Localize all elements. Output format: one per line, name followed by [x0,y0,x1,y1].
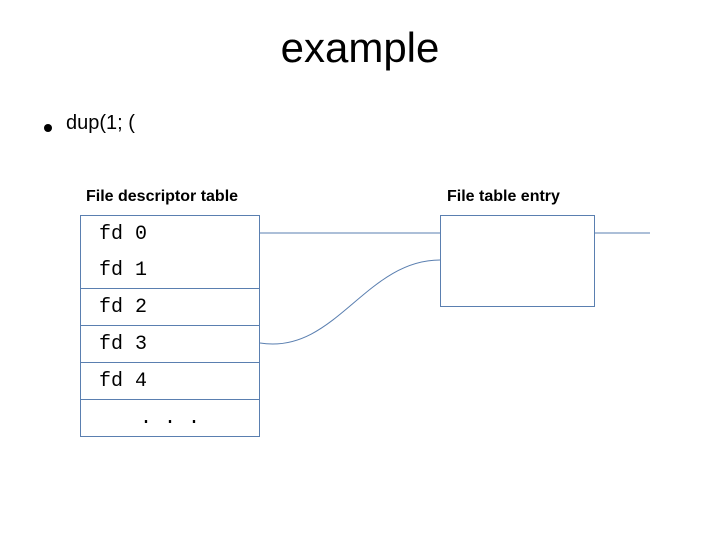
ft-entry-label: File table entry [447,188,560,206]
fd-row-0: fd 0 [81,216,259,252]
fd-row-ellipsis: . . . [81,400,259,436]
slide-title: example [0,24,720,72]
file-table-entry-box [440,215,595,307]
fd-table-label: File descriptor table [86,188,238,206]
fd-row-1: fd 1 [81,252,259,288]
fd-table: fd 0 fd 1 fd 2 fd 3 fd 4 . . . [80,215,260,437]
fd-row-4: fd 4 [81,363,259,399]
fd-row-2: fd 2 [81,289,259,325]
fd-row-3: fd 3 [81,326,259,362]
bullet-icon [44,124,52,132]
bullet-text: dup(1; ( [66,112,135,135]
